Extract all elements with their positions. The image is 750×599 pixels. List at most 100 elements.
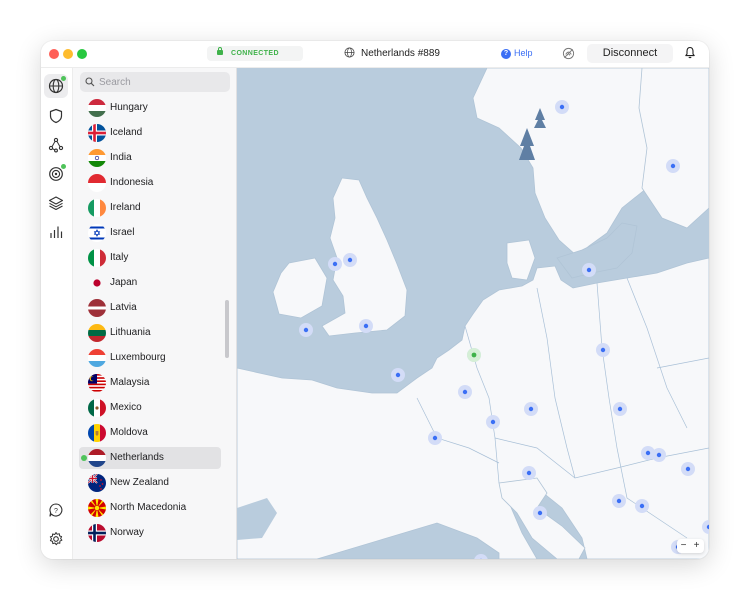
country-item-malaysia[interactable]: Malaysia [79, 372, 221, 394]
server-marker[interactable] [303, 327, 309, 333]
country-name: Indonesia [110, 177, 154, 188]
close-window-button[interactable] [49, 49, 59, 59]
server-marker[interactable] [528, 406, 534, 412]
title-bar: CONNECTED Netherlands #889 ? Help Disconn… [41, 41, 709, 68]
server-marker[interactable] [363, 323, 369, 329]
netherlands-flag-icon [88, 449, 106, 467]
mexico-flag-icon [88, 399, 106, 417]
server-marker[interactable] [639, 503, 645, 509]
rail-item-settings[interactable] [44, 527, 68, 551]
server-marker[interactable] [347, 257, 353, 263]
country-item-new-zealand[interactable]: New Zealand [79, 472, 221, 494]
server-marker[interactable] [432, 435, 438, 441]
server-marker[interactable] [656, 452, 662, 458]
country-name: Iceland [110, 127, 143, 138]
server-marker[interactable] [600, 347, 606, 353]
server-marker[interactable] [616, 498, 622, 504]
country-item-north-macedonia[interactable]: North Macedonia [79, 497, 221, 519]
rail-item-specialty-servers[interactable] [44, 162, 68, 186]
server-marker[interactable] [490, 419, 496, 425]
server-marker[interactable] [617, 406, 623, 412]
country-item-moldova[interactable]: Moldova [79, 422, 221, 444]
rail-item-meshnet[interactable] [44, 133, 68, 157]
italy-flag-icon [88, 249, 106, 267]
luxembourg-flag-icon [88, 349, 106, 367]
current-server-label: Netherlands #889 [361, 48, 440, 59]
server-marker[interactable] [645, 450, 651, 456]
server-marker[interactable] [586, 267, 592, 273]
country-name: Netherlands [110, 452, 164, 463]
country-item-luxembourg[interactable]: Luxembourg [79, 347, 221, 369]
server-marker[interactable] [685, 466, 691, 472]
country-name: Latvia [110, 302, 137, 313]
rail-item-layers[interactable] [44, 191, 68, 215]
country-name: Italy [110, 252, 129, 263]
search-input[interactable] [99, 75, 223, 89]
server-marker[interactable] [559, 104, 565, 110]
country-item-india[interactable]: India [79, 147, 221, 169]
country-item-iceland[interactable]: Iceland [79, 122, 221, 144]
country-list: Hungary Iceland India Indonesia Ireland … [73, 96, 236, 559]
country-list-scrollbar[interactable] [225, 300, 229, 358]
malaysia-flag-icon [88, 374, 106, 392]
disconnect-button[interactable]: Disconnect [587, 44, 673, 63]
connection-status-label: CONNECTED [231, 50, 279, 57]
country-item-italy[interactable]: Italy [79, 247, 221, 269]
server-marker[interactable] [332, 261, 338, 267]
hungary-flag-icon [88, 99, 106, 117]
help-link[interactable]: ? Help [501, 46, 533, 61]
country-item-norway[interactable]: Norway [79, 522, 221, 544]
country-item-hungary[interactable]: Hungary [79, 97, 221, 119]
server-marker[interactable] [395, 372, 401, 378]
gear-icon [49, 532, 63, 546]
country-name: Japan [110, 277, 138, 288]
layers-icon [48, 196, 64, 211]
country-item-netherlands[interactable]: Netherlands [79, 447, 221, 469]
server-map[interactable]: − + [237, 68, 709, 559]
lithuania-flag-icon [88, 324, 106, 342]
connected-dot [61, 76, 66, 81]
rail-item-statistics[interactable] [44, 220, 68, 244]
bell-icon[interactable] [684, 46, 696, 59]
zoom-in-button[interactable]: + [690, 539, 703, 553]
indonesia-flag-icon [88, 174, 106, 192]
country-item-lithuania[interactable]: Lithuania [79, 322, 221, 344]
connected-dot [81, 455, 87, 461]
lock-icon [217, 47, 223, 55]
connection-status: CONNECTED [207, 46, 303, 61]
current-server[interactable]: Netherlands #889 [303, 46, 499, 61]
server-marker[interactable] [670, 163, 676, 169]
country-item-latvia[interactable]: Latvia [79, 297, 221, 319]
country-item-israel[interactable]: Israel [79, 222, 221, 244]
country-item-indonesia[interactable]: Indonesia [79, 172, 221, 194]
meshnet-icon [48, 137, 64, 153]
bar-chart-icon [50, 226, 63, 238]
ireland-flag-icon [88, 199, 106, 217]
connected-dot [61, 164, 66, 169]
search-box[interactable] [80, 72, 230, 92]
country-name: Israel [110, 227, 135, 238]
rail-item-threat-protection[interactable] [44, 104, 68, 128]
server-marker[interactable] [462, 389, 468, 395]
rail-item-countries[interactable] [44, 74, 68, 98]
country-item-ireland[interactable]: Ireland [79, 197, 221, 219]
support-icon: ? [49, 503, 63, 517]
europe-map [237, 68, 709, 559]
israel-flag-icon [88, 224, 106, 242]
moldova-flag-icon [88, 424, 106, 442]
country-item-japan[interactable]: Japan [79, 272, 221, 294]
server-marker[interactable] [526, 470, 532, 476]
country-name: Lithuania [110, 327, 151, 338]
connected-marker[interactable] [471, 352, 477, 358]
globe-icon [344, 47, 355, 58]
country-item-mexico[interactable]: Mexico [79, 397, 221, 419]
minimize-window-button[interactable] [63, 49, 73, 59]
norway-flag-icon [88, 524, 106, 542]
app-window: CONNECTED Netherlands #889 ? Help Disconn… [41, 41, 709, 559]
country-name: Moldova [110, 427, 148, 438]
fingerprint-icon[interactable] [562, 47, 575, 60]
zoom-window-button[interactable] [77, 49, 87, 59]
rail-item-support[interactable]: ? [44, 498, 68, 522]
server-marker[interactable] [537, 510, 543, 516]
zoom-out-button[interactable]: − [677, 539, 690, 553]
